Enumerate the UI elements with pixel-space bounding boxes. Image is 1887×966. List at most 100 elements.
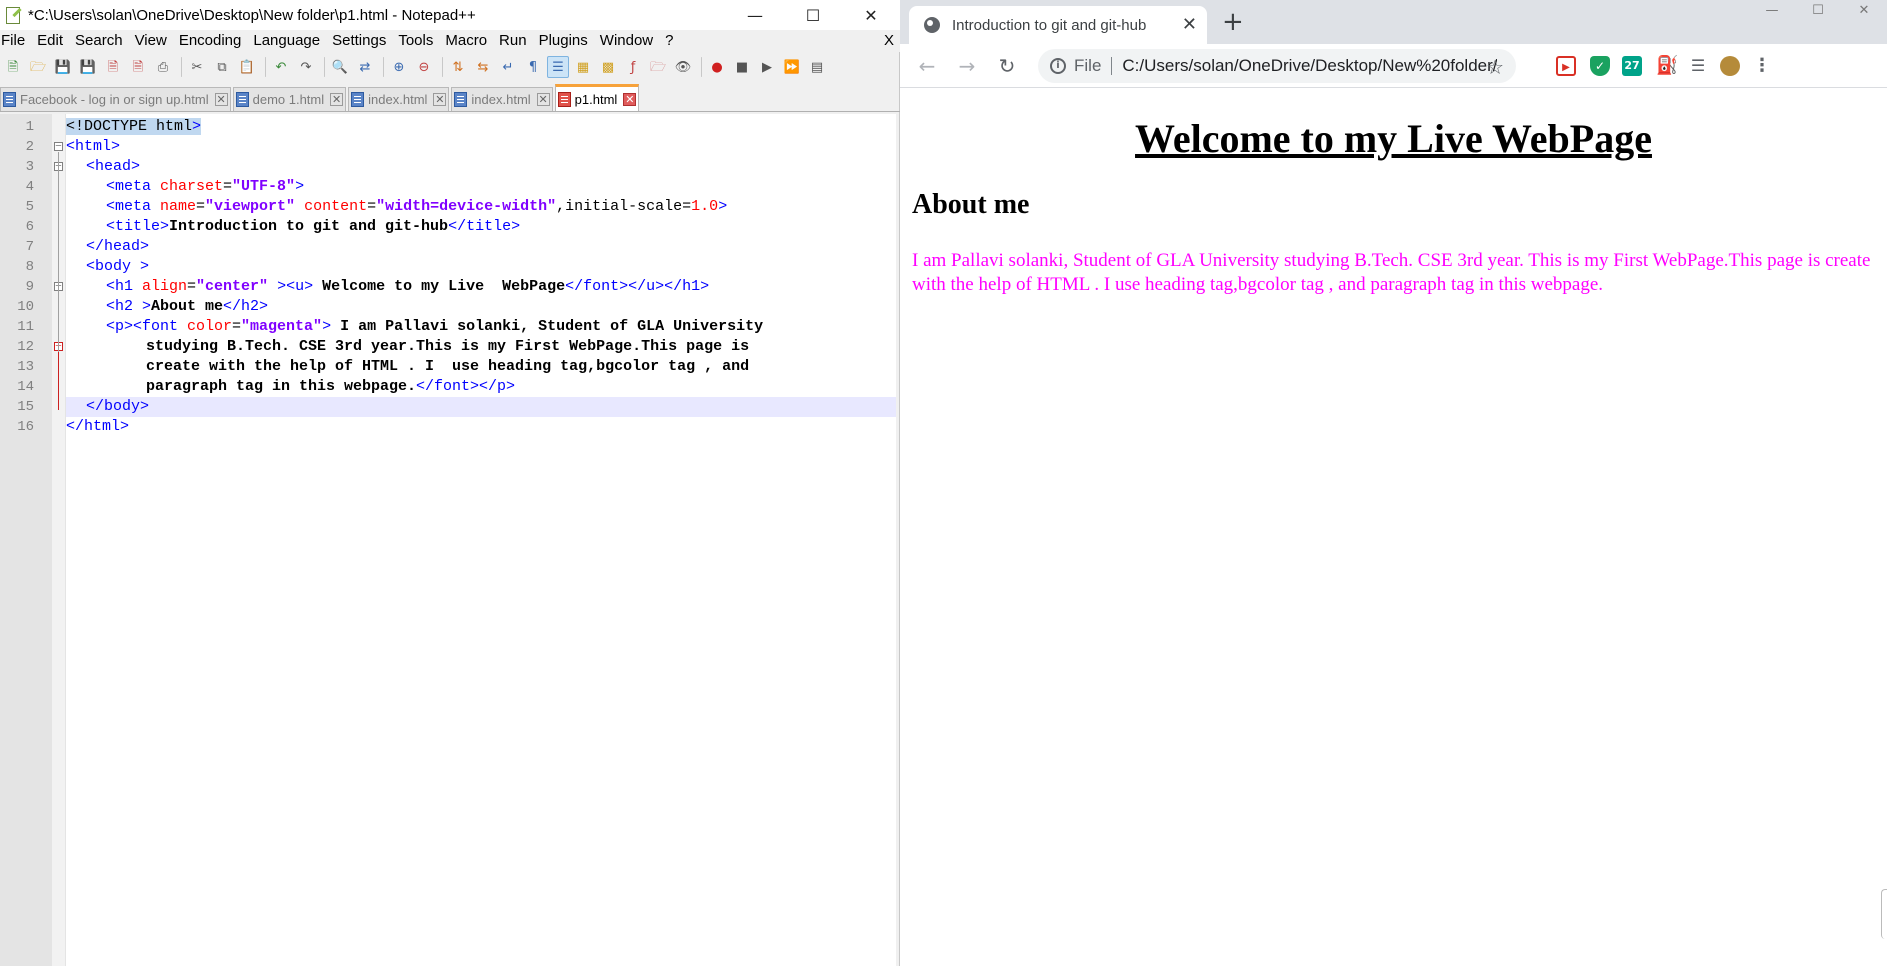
run-macro-multiple-icon[interactable]: ⏩ <box>781 56 803 78</box>
save-all-icon[interactable]: 💾 <box>77 56 99 78</box>
paste-icon[interactable]: 📋 <box>236 56 258 78</box>
fold-minus-icon[interactable]: – <box>54 142 63 151</box>
reload-icon[interactable]: ↻ <box>994 53 1020 79</box>
close-tab-icon[interactable]: ✕ <box>536 93 550 106</box>
globe-icon <box>924 17 940 33</box>
fold-margin <box>52 114 66 966</box>
function-list-icon[interactable]: ƒ <box>622 56 644 78</box>
line-number: 14 <box>17 379 34 395</box>
print-icon[interactable]: ⎙ <box>152 56 174 78</box>
tab-facebook-html[interactable]: Facebook - log in or sign up.html ✕ <box>0 87 231 111</box>
undo-icon[interactable]: ↶ <box>270 56 292 78</box>
new-file-icon[interactable]: 🗎 <box>2 56 24 78</box>
menu-run[interactable]: Run <box>493 30 533 52</box>
address-url-text[interactable]: C:/Users/solan/OneDrive/Desktop/New%20fo… <box>1122 56 1497 76</box>
line-number: 11 <box>17 319 34 335</box>
menu-search[interactable]: Search <box>69 30 129 52</box>
close-file-icon[interactable]: 🗎 <box>102 56 124 78</box>
replace-icon[interactable]: ⇄ <box>354 56 376 78</box>
code-editor[interactable]: 1 2 3 4 5 6 7 8 9 10 11 12 13 14 15 16 –… <box>0 114 896 966</box>
copy-icon[interactable]: ⧉ <box>211 56 233 78</box>
sync-vertical-icon[interactable]: ⇅ <box>447 56 469 78</box>
new-tab-button[interactable]: + <box>1222 9 1244 35</box>
close-tab-icon[interactable]: ✕ <box>433 93 447 106</box>
close-tab-icon[interactable]: ✕ <box>214 93 228 106</box>
info-icon[interactable]: i <box>1050 58 1066 74</box>
code-token: > <box>322 318 332 335</box>
zoom-in-icon[interactable]: ⊕ <box>388 56 410 78</box>
maximize-button[interactable]: ☐ <box>784 0 842 30</box>
close-tab-icon[interactable]: ✕ <box>623 92 637 106</box>
close-document-button[interactable]: X <box>884 30 894 52</box>
user-language-icon[interactable]: ▦ <box>572 56 594 78</box>
maximize-button[interactable]: ☐ <box>1795 0 1841 20</box>
extensions-puzzle-icon[interactable]: ⛽ <box>1656 56 1678 76</box>
tab-p1-html[interactable]: p1.html ✕ <box>554 84 640 111</box>
menu-file[interactable]: File <box>0 30 31 52</box>
browser-tab-active[interactable]: Introduction to git and git-hub ✕ <box>909 6 1207 44</box>
menu-edit[interactable]: Edit <box>31 30 69 52</box>
cut-icon[interactable]: ✂ <box>186 56 208 78</box>
menu-encoding[interactable]: Encoding <box>173 30 248 52</box>
zoom-out-icon[interactable]: ⊖ <box>413 56 435 78</box>
close-tab-icon[interactable]: ✕ <box>330 93 344 106</box>
menu-macro[interactable]: Macro <box>439 30 493 52</box>
close-all-icon[interactable]: 🗎 <box>127 56 149 78</box>
scrollbar-edge[interactable] <box>1881 889 1887 939</box>
media-control-icon[interactable]: ☰ <box>1688 56 1708 76</box>
code-text-area[interactable]: <!DOCTYPE html> <html> <head> <meta char… <box>66 114 896 966</box>
address-bar[interactable]: i File C:/Users/solan/OneDrive/Desktop/N… <box>1038 49 1516 83</box>
code-line-7: </head> <box>86 237 149 257</box>
show-all-chars-icon[interactable]: ¶ <box>522 56 544 78</box>
save-macro-icon[interactable]: ▤ <box>806 56 828 78</box>
code-token: "width=device-width" <box>376 198 557 215</box>
line-number: 8 <box>25 259 34 275</box>
minimize-button[interactable]: — <box>1749 0 1795 20</box>
close-window-button[interactable]: ✕ <box>1841 0 1887 20</box>
close-window-button[interactable]: ✕ <box>842 0 900 30</box>
extension-calendar-icon[interactable]: 27 <box>1622 56 1642 76</box>
extension-shield-icon[interactable]: ✓ <box>1590 56 1610 76</box>
code-token: = <box>223 178 233 195</box>
profile-avatar[interactable] <box>1720 56 1740 76</box>
doc-map-icon[interactable]: ▩ <box>597 56 619 78</box>
menu-plugins[interactable]: Plugins <box>533 30 594 52</box>
menu-window[interactable]: Window <box>594 30 659 52</box>
tab-index-html-2[interactable]: index.html ✕ <box>451 87 553 111</box>
menu-settings[interactable]: Settings <box>326 30 392 52</box>
page-heading-text: Welcome to my Live WebPage <box>1135 116 1652 161</box>
redo-icon[interactable]: ↷ <box>295 56 317 78</box>
code-token: > <box>192 118 202 135</box>
close-tab-icon[interactable]: ✕ <box>1182 15 1197 35</box>
bookmark-star-icon[interactable]: ☆ <box>1486 55 1504 79</box>
menu-tools[interactable]: Tools <box>392 30 439 52</box>
record-macro-icon[interactable]: ● <box>706 56 728 78</box>
code-token: I am Pallavi solanki, Student of GLA Uni… <box>331 318 764 335</box>
code-token: ,initial-scale= <box>556 198 692 215</box>
save-icon[interactable]: 💾 <box>52 56 74 78</box>
menu-language[interactable]: Language <box>247 30 326 52</box>
menu-view[interactable]: View <box>129 30 173 52</box>
word-wrap-icon[interactable]: ↵ <box>497 56 519 78</box>
sync-horizontal-icon[interactable]: ⇆ <box>472 56 494 78</box>
notepadpp-app-icon <box>4 6 22 24</box>
folder-as-workspace-icon[interactable]: 🗁 <box>647 56 669 78</box>
minimize-button[interactable]: — <box>726 0 784 30</box>
extension-media-icon[interactable]: ▶ <box>1556 56 1576 76</box>
forward-arrow-icon[interactable]: → <box>954 53 980 79</box>
find-icon[interactable]: 🔍 <box>329 56 351 78</box>
tab-index-html[interactable]: index.html ✕ <box>348 87 450 111</box>
back-arrow-icon[interactable]: ← <box>914 53 940 79</box>
tab-demo1-html[interactable]: demo 1.html ✕ <box>232 87 347 111</box>
code-token: </body> <box>86 398 150 415</box>
menu-help[interactable]: ? <box>659 30 679 52</box>
monitoring-icon[interactable]: 👁 <box>672 56 694 78</box>
stop-macro-icon[interactable]: ■ <box>731 56 753 78</box>
indent-guide-icon[interactable]: ☰ <box>547 56 569 78</box>
code-token: color <box>187 318 233 335</box>
chrome-menu-icon[interactable]: ⋮ <box>1752 56 1772 76</box>
play-macro-icon[interactable]: ▶ <box>756 56 778 78</box>
code-token: "viewport" <box>205 198 296 215</box>
line-number: 7 <box>25 239 34 255</box>
open-file-icon[interactable]: 🗁 <box>27 56 49 78</box>
